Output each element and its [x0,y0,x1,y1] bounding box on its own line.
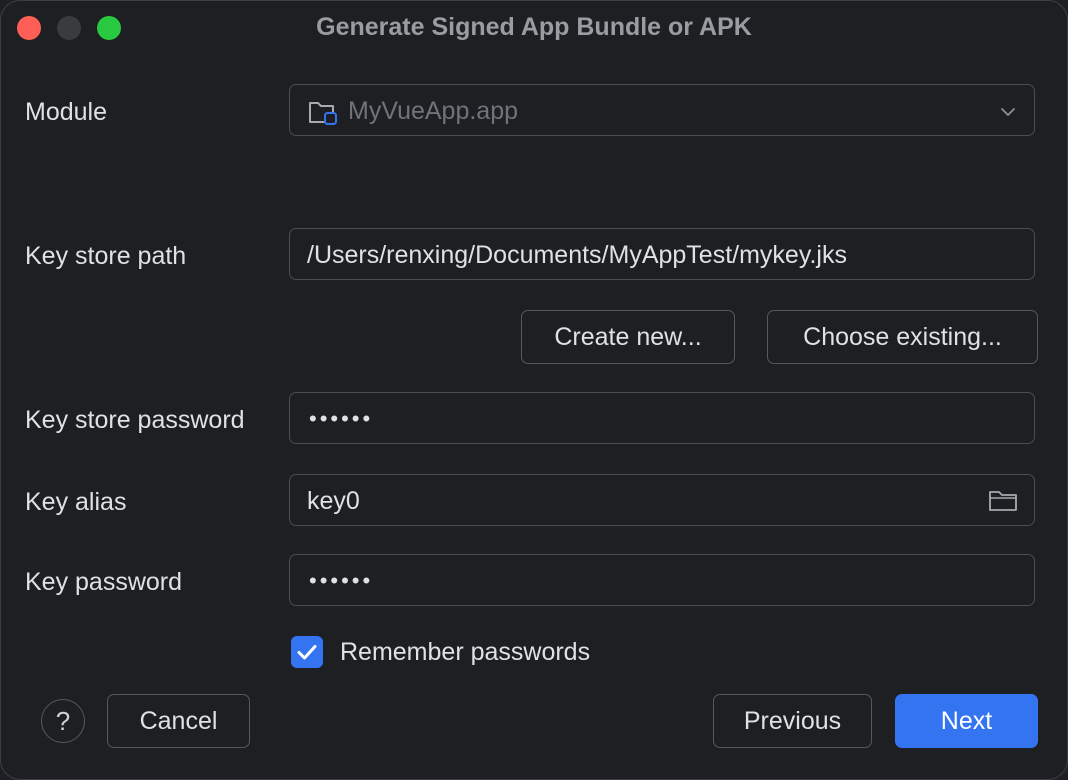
module-folder-icon [308,99,342,132]
key-password-input[interactable]: •••••• [289,554,1035,606]
keystore-path-input[interactable]: /Users/renxing/Documents/MyAppTest/mykey… [289,228,1035,280]
previous-button[interactable]: Previous [713,694,872,748]
keystore-path-label: Key store path [25,242,187,270]
keystore-password-input[interactable]: •••••• [289,392,1035,444]
keystore-password-label: Key store password [25,406,245,434]
titlebar: Generate Signed App Bundle or APK [1,1,1067,57]
help-button[interactable]: ? [41,699,85,743]
module-value: MyVueApp.app [348,97,519,125]
remember-passwords-checkbox[interactable] [291,636,323,668]
chevron-down-icon [1000,105,1016,123]
key-alias-label: Key alias [25,488,127,516]
cancel-button[interactable]: Cancel [107,694,250,748]
key-password-label: Key password [25,568,183,596]
next-button[interactable]: Next [895,694,1038,748]
choose-existing-button[interactable]: Choose existing... [767,310,1038,364]
module-label: Module [25,98,107,126]
checkmark-icon [297,645,317,660]
create-new-button[interactable]: Create new... [521,310,735,364]
key-alias-input[interactable]: key0 [289,474,1035,526]
folder-icon[interactable] [988,489,1018,518]
remember-passwords-label[interactable]: Remember passwords [340,637,590,667]
dialog-window: Generate Signed App Bundle or APK Module… [0,0,1068,780]
keystore-path-value: /Users/renxing/Documents/MyAppTest/mykey… [307,241,847,269]
keystore-password-value: •••••• [309,406,374,431]
key-password-value: •••••• [309,568,374,593]
key-alias-value: key0 [307,487,360,515]
window-title: Generate Signed App Bundle or APK [316,13,752,41]
module-select[interactable]: MyVueApp.app [289,84,1035,136]
